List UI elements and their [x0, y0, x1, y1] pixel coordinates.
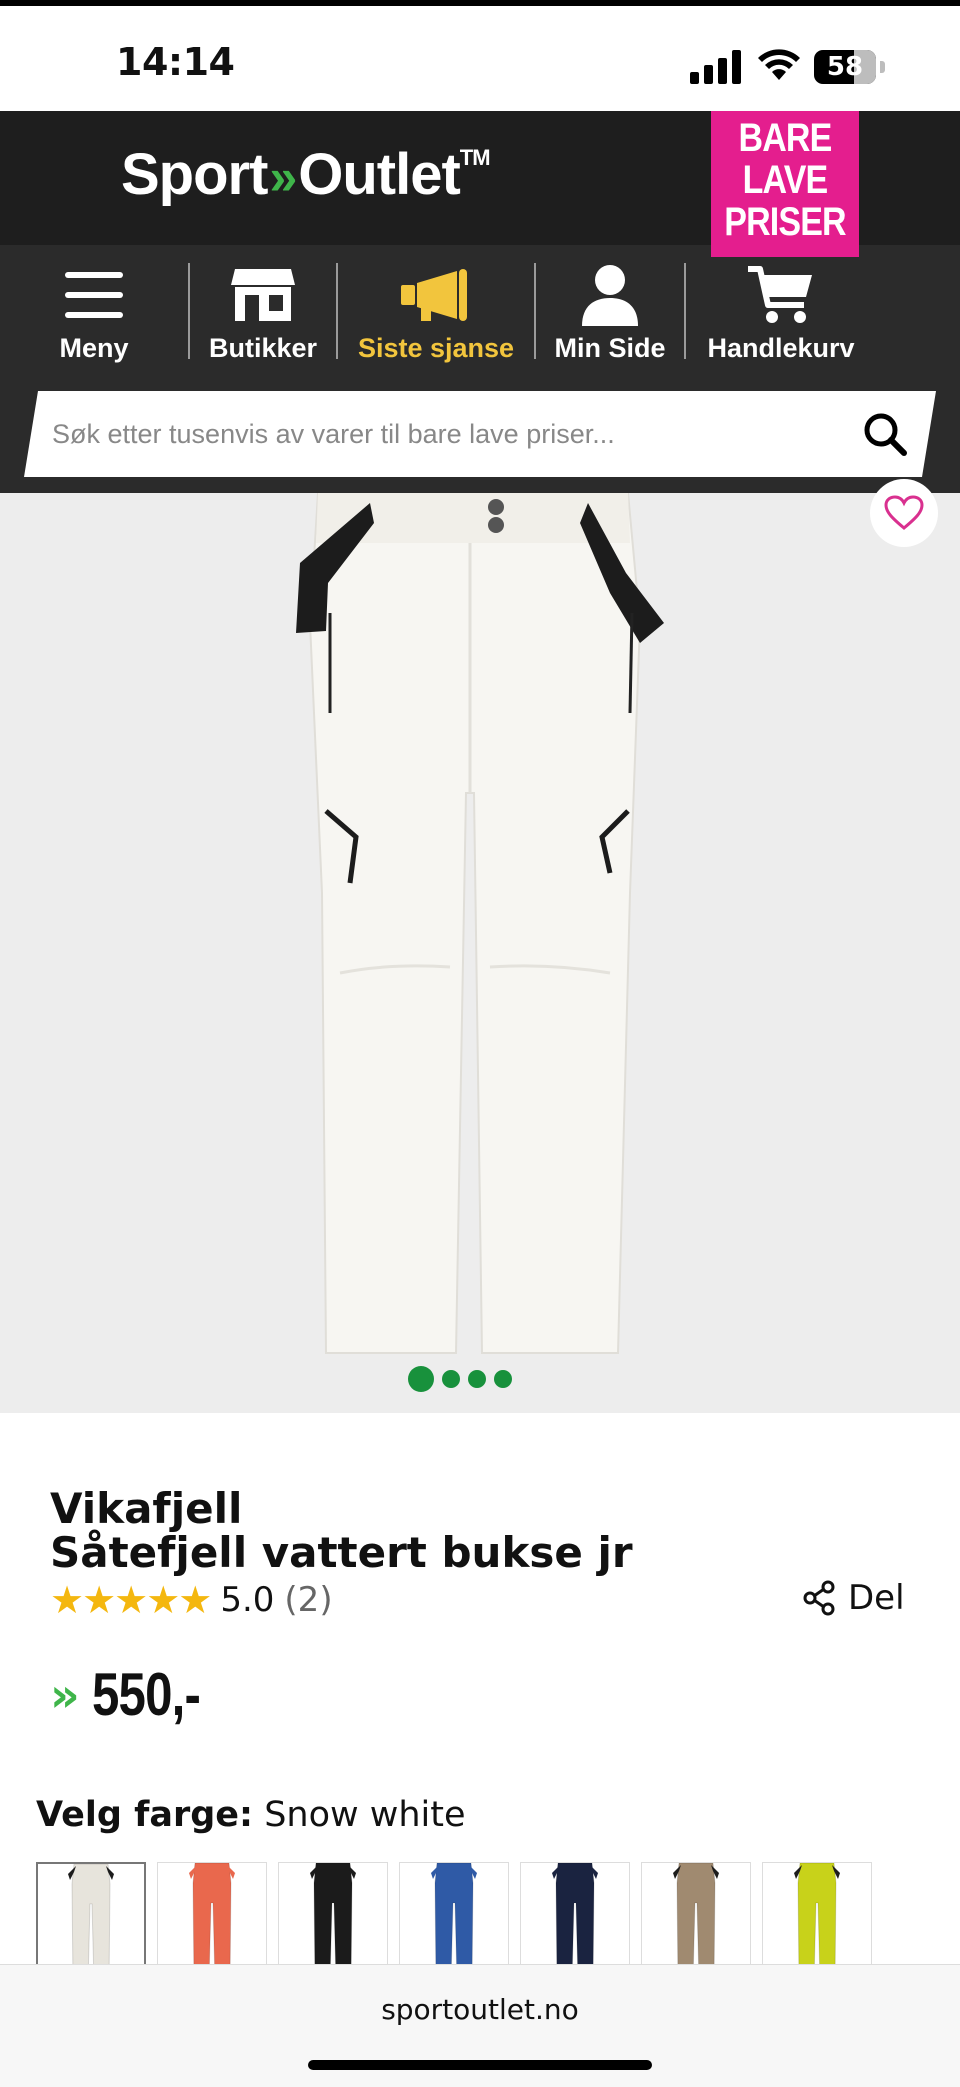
- color-swatch[interactable]: [157, 1862, 267, 1980]
- color-picker-label: Velg farge: Snow white: [36, 1795, 466, 1835]
- browser-address-bar[interactable]: sportoutlet.no: [0, 1964, 960, 2087]
- color-swatches: [36, 1862, 872, 1980]
- logo-text-sport: Sport: [121, 142, 268, 207]
- pants-thumbnail-icon: [673, 1863, 719, 1979]
- pants-thumbnail-icon: [68, 1864, 114, 1978]
- color-swatch[interactable]: [641, 1862, 751, 1980]
- store-icon: [231, 269, 295, 321]
- price-amount: 550,-: [91, 1661, 201, 1728]
- megaphone-icon: [401, 269, 467, 321]
- color-swatch[interactable]: [36, 1862, 146, 1980]
- nav-item-meny[interactable]: Meny: [0, 245, 188, 377]
- wifi-icon: [758, 49, 800, 80]
- badge-line: PRISER: [724, 200, 846, 244]
- cart-icon: [748, 266, 812, 323]
- cellular-signal-icon: [690, 50, 741, 84]
- search-input[interactable]: [52, 391, 852, 477]
- selected-color: Snow white: [264, 1795, 466, 1835]
- color-swatch[interactable]: [399, 1862, 509, 1980]
- nav-label: Siste sjanse: [357, 333, 515, 363]
- main-nav: Meny Butikker Siste sjanse Min Side Hand…: [0, 245, 960, 377]
- color-label-prefix: Velg farge:: [36, 1795, 254, 1835]
- search-bar: [0, 377, 960, 493]
- battery-level: 58: [826, 52, 864, 82]
- nav-item-butikker[interactable]: Butikker: [190, 245, 336, 377]
- color-swatch[interactable]: [278, 1862, 388, 1980]
- nav-label: Min Side: [554, 333, 666, 363]
- logo-text-outlet: Outlet: [298, 142, 461, 207]
- pants-thumbnail-icon: [794, 1863, 840, 1979]
- logo-trademark: TM: [459, 145, 491, 170]
- nav-item-handlekurv[interactable]: Handlekurv: [686, 245, 876, 377]
- user-icon: [582, 265, 638, 326]
- heart-icon: [884, 495, 924, 530]
- share-button[interactable]: Del: [802, 1578, 905, 1618]
- product-name: Såtefjell vattert bukse jr: [50, 1528, 633, 1577]
- site-header: Sport»OutletTM BARE LAVE PRISER: [0, 111, 960, 257]
- nav-label: Meny: [59, 333, 129, 363]
- home-indicator: [308, 2060, 652, 2070]
- site-logo[interactable]: Sport»OutletTM: [121, 141, 491, 208]
- pants-thumbnail-icon: [310, 1863, 356, 1979]
- pants-thumbnail-icon: [189, 1863, 235, 1979]
- battery-icon: 58: [814, 50, 876, 84]
- nav-item-min-side[interactable]: Min Side: [536, 245, 684, 377]
- product-image-gallery[interactable]: [0, 493, 960, 1413]
- nav-label: Handlekurv: [707, 333, 855, 363]
- product-rating[interactable]: ★★★★★ 5.0 (2): [50, 1578, 333, 1622]
- share-label: Del: [848, 1578, 905, 1618]
- review-count: (2): [284, 1580, 333, 1620]
- menu-icon: [65, 272, 123, 318]
- bare-lave-priser-badge: BARE LAVE PRISER: [711, 111, 859, 257]
- price-chevron: »: [50, 1667, 80, 1722]
- logo-chevron: »: [269, 149, 297, 205]
- badge-line: LAVE: [742, 158, 829, 202]
- gallery-dot[interactable]: [442, 1370, 460, 1388]
- rating-value: 5.0: [220, 1580, 275, 1620]
- share-icon: [803, 1580, 835, 1616]
- browser-url: sportoutlet.no: [381, 1993, 579, 2026]
- nav-label: Butikker: [208, 333, 318, 363]
- gallery-dot[interactable]: [468, 1370, 486, 1388]
- rating-stars: ★★★★★: [50, 1578, 212, 1622]
- color-swatch[interactable]: [520, 1862, 630, 1980]
- pants-thumbnail-icon: [431, 1863, 477, 1979]
- search-icon[interactable]: [862, 411, 908, 457]
- badge-line: BARE: [738, 116, 833, 160]
- gallery-dot[interactable]: [494, 1370, 512, 1388]
- status-time: 14:14: [116, 40, 235, 84]
- gallery-pagination: [0, 1366, 960, 1392]
- nav-item-siste-sjanse[interactable]: Siste sjanse: [338, 245, 534, 377]
- search-box: [24, 391, 936, 477]
- product-brand: Vikafjell: [50, 1484, 243, 1533]
- battery-cap: [880, 61, 885, 73]
- pants-thumbnail-icon: [552, 1863, 598, 1979]
- gallery-dot-active[interactable]: [408, 1366, 434, 1392]
- color-swatch[interactable]: [762, 1862, 872, 1980]
- product-price: » 550,-: [50, 1660, 223, 1729]
- product-image: [296, 493, 664, 1354]
- status-bar: 14:14 58: [0, 0, 960, 111]
- favorite-button[interactable]: [870, 479, 938, 547]
